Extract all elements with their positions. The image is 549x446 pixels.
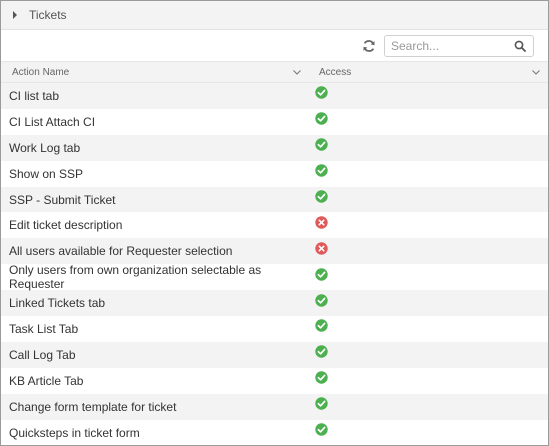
section-header-tickets[interactable]: Tickets [1,1,548,30]
action-name-label: SSP - Submit Ticket [9,192,116,207]
action-name-cell: CI List Attach CI [1,115,309,129]
action-name-label: Edit ticket description [9,218,123,233]
action-name-cell: SSP - Submit Ticket [1,193,309,207]
action-name-label: Quicksteps in ticket form [9,425,140,440]
check-circle-icon[interactable] [315,319,328,333]
table-row[interactable]: Work Log tab [1,134,548,161]
action-name-label: Work Log tab [9,140,81,155]
check-circle-icon[interactable] [315,293,328,307]
action-name-cell: Only users from own organization selecta… [1,263,309,291]
action-name-cell: Change form template for ticket [1,400,309,414]
action-name-cell: Quicksteps in ticket form [1,426,309,440]
action-name-label: Change form template for ticket [9,399,177,414]
access-cell[interactable] [309,267,548,281]
table-row[interactable]: All users available for Requester select… [1,238,548,265]
action-name-label: CI list tab [9,88,60,103]
table-row[interactable]: Quicksteps in ticket form [1,419,548,445]
refresh-icon[interactable] [362,39,376,53]
table-row[interactable]: Only users from own organization selecta… [1,263,548,291]
action-name-cell: Linked Tickets tab [1,296,309,310]
action-name-cell: Call Log Tab [1,348,309,362]
action-name-label: KB Article Tab [9,373,84,388]
x-circle-icon[interactable] [315,242,328,255]
access-cell[interactable] [309,216,548,229]
action-name-cell: CI list tab [1,89,309,103]
x-circle-icon[interactable] [315,216,328,229]
check-circle-icon[interactable] [315,86,328,100]
search-input[interactable] [385,36,512,55]
access-cell[interactable] [309,371,548,384]
check-circle-icon[interactable] [315,190,328,203]
table-row[interactable]: CI List Attach CI [1,108,548,135]
action-name-label: Show on SSP [9,166,84,181]
permissions-panel: Tickets Action Name [0,0,549,446]
table-row[interactable]: Edit ticket description [1,212,548,239]
access-cell[interactable] [309,190,548,203]
caret-right-icon[interactable] [13,11,17,19]
table-body: CI list tab CI List Attach CI Work Log tab… [1,83,548,445]
chevron-down-icon[interactable] [293,68,301,76]
access-cell[interactable] [309,86,548,100]
table-row[interactable]: Show on SSP [1,160,548,187]
access-cell[interactable] [309,112,548,126]
check-circle-icon[interactable] [315,371,328,384]
column-label-access: Access [319,66,352,78]
action-name-label: Linked Tickets tab [9,296,106,311]
section-title: Tickets [29,8,67,22]
action-name-cell: Task List Tab [1,322,309,336]
search-icon[interactable] [512,38,528,54]
access-cell[interactable] [309,242,548,255]
table-header: Action Name Access [1,61,548,83]
search-box [384,34,534,57]
action-name-label: Only users from own organization selecta… [9,263,262,292]
action-name-label: All users available for Requester select… [9,244,233,259]
check-circle-icon[interactable] [315,397,328,410]
chevron-down-icon[interactable] [532,68,540,76]
column-header-access[interactable]: Access [309,67,548,78]
action-name-cell: Work Log tab [1,141,309,155]
action-name-label: CI List Attach CI [9,114,96,129]
column-header-action-name[interactable]: Action Name [1,67,309,78]
action-name-cell: KB Article Tab [1,374,309,388]
column-label-action-name: Action Name [12,66,70,78]
table-row[interactable]: KB Article Tab [1,367,548,394]
table-row[interactable]: Change form template for ticket [1,393,548,420]
action-name-label: Task List Tab [9,321,79,336]
access-cell[interactable] [309,164,548,177]
check-circle-icon[interactable] [315,423,328,436]
check-circle-icon[interactable] [315,267,328,281]
access-cell[interactable] [309,138,548,151]
access-cell[interactable] [309,319,548,333]
table-row[interactable]: Task List Tab [1,316,548,342]
action-name-label: Call Log Tab [9,347,76,362]
access-cell[interactable] [309,345,548,359]
table-row[interactable]: Linked Tickets tab [1,290,548,317]
check-circle-icon[interactable] [315,112,328,126]
check-circle-icon[interactable] [315,345,328,359]
check-circle-icon[interactable] [315,164,328,177]
action-name-cell: Edit ticket description [1,218,309,232]
access-cell[interactable] [309,293,548,307]
table-row[interactable]: SSP - Submit Ticket [1,186,548,213]
table-row[interactable]: CI list tab [1,83,548,109]
table-row[interactable]: Call Log Tab [1,341,548,368]
action-name-cell: Show on SSP [1,167,309,181]
action-name-cell: All users available for Requester select… [1,244,309,258]
access-cell[interactable] [309,397,548,410]
toolbar [1,30,548,61]
access-cell[interactable] [309,423,548,436]
check-circle-icon[interactable] [315,138,328,151]
